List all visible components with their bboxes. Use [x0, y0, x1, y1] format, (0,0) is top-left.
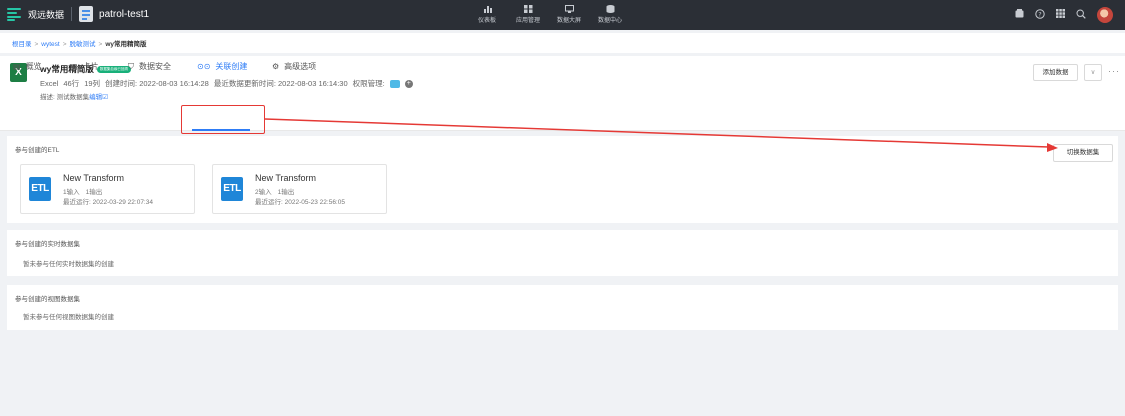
- dataset-meta: Excel 46行 19列 创建时间: 2022-08-03 16:14:28 …: [40, 78, 418, 89]
- apps-icon: [523, 5, 533, 13]
- overview-icon: ▤: [13, 62, 21, 71]
- top-right-tools: ?: [1004, 7, 1113, 23]
- etl-name: New Transform: [63, 173, 125, 183]
- nav-app-management[interactable]: 应用管理: [509, 0, 547, 30]
- nav-label: 应用管理: [515, 18, 540, 24]
- card-icon: ▨: [70, 62, 78, 71]
- tab-cards[interactable]: ▨ 卡片: [70, 56, 99, 77]
- notification-icon[interactable]: [1015, 9, 1024, 21]
- avatar[interactable]: [1097, 7, 1113, 23]
- add-data-dropdown-button[interactable]: ∨: [1084, 64, 1102, 81]
- settings-icon: ⚙: [272, 62, 280, 71]
- brand[interactable]: 观远数据 patrol-test1: [6, 6, 149, 22]
- top-nav: 仪表板 应用管理 数据大屏 数据中心: [468, 0, 632, 30]
- created-time: 创建时间: 2022-08-03 16:14:28: [105, 79, 209, 88]
- etl-inputs: 1输入: [63, 189, 80, 196]
- shield-icon: ⛉: [128, 61, 134, 71]
- search-icon[interactable]: [1076, 8, 1086, 22]
- etl-icon: ETL: [29, 177, 51, 201]
- annotation-highlight-box: [181, 105, 265, 134]
- etl-io: 1输入 1输出: [63, 186, 108, 196]
- add-permission-icon[interactable]: +: [404, 79, 413, 88]
- tab-label: 数据安全: [139, 62, 171, 71]
- etl-last-run: 最近运行: 2022-03-29 22:07:34: [63, 199, 153, 206]
- nav-data-center[interactable]: 数据中心: [591, 0, 629, 30]
- project-name[interactable]: patrol-test1: [99, 9, 149, 20]
- etl-last-run: 最近运行: 2022-05-23 22:56:05: [255, 199, 345, 206]
- etl-card[interactable]: ETL New Transform 2输入 1输出 最近运行: 2022-05-2…: [212, 164, 387, 214]
- tab-label: 高级选项: [284, 62, 317, 71]
- divider: [71, 7, 73, 21]
- tab-label: 卡片: [82, 62, 99, 71]
- breadcrumb: 根目录 > wytest > 脱敏测试 > wy常用精简版: [0, 33, 1125, 53]
- link-icon: ⊙⊙: [197, 62, 211, 71]
- nav-dashboard[interactable]: 仪表板: [468, 0, 506, 30]
- breadcrumb-separator: >: [34, 41, 39, 48]
- dataset-cols: 19列: [84, 79, 101, 88]
- brand-name: 观远数据: [28, 9, 65, 20]
- tab-advanced-options[interactable]: ⚙ 高级选项: [272, 56, 316, 77]
- breadcrumb-separator: >: [62, 41, 67, 48]
- bar-chart-icon: [483, 5, 492, 13]
- realtime-panel: 参与创建的实时数据集 暂未参与任何实时数据集的创建: [7, 230, 1118, 276]
- view-panel: 参与创建的视图数据集 暂未参与任何视图数据集的创建: [7, 285, 1118, 330]
- nav-label: 仪表板: [477, 18, 496, 24]
- etl-inputs: 2输入: [255, 189, 272, 196]
- breadcrumb-folder-wytest[interactable]: wytest: [41, 41, 59, 48]
- top-bar: 观远数据 patrol-test1 仪表板 应用管理 数据大屏 数据中心 ?: [0, 0, 1125, 30]
- breadcrumb-root[interactable]: 根目录: [12, 41, 32, 48]
- user-group-icon[interactable]: [389, 79, 400, 88]
- database-icon: [606, 5, 615, 13]
- etl-outputs: 1输出: [85, 189, 103, 196]
- more-options-icon[interactable]: ···: [1108, 66, 1120, 76]
- etl-icon: ETL: [221, 177, 243, 201]
- view-empty-text: 暂未参与任何视图数据集的创建: [23, 314, 114, 321]
- edit-description-link[interactable]: 编辑☑: [89, 94, 108, 101]
- add-data-button[interactable]: 添加数据: [1033, 64, 1078, 81]
- breadcrumb-folder-desensitize[interactable]: 脱敏测试: [70, 41, 96, 48]
- breadcrumb-separator: >: [98, 41, 103, 48]
- svg-text:?: ?: [1038, 10, 1041, 18]
- etl-outputs: 1输出: [277, 189, 295, 196]
- etl-card[interactable]: ETL New Transform 1输入 1输出 最近运行: 2022-03-2…: [20, 164, 195, 214]
- switch-dataset-button[interactable]: 切换数据集: [1053, 144, 1113, 162]
- lineage-badge: 数据集血缘已回溯: [96, 66, 131, 74]
- tab-label: 概览: [25, 62, 42, 71]
- realtime-empty-text: 暂未参与任何实时数据集的创建: [23, 261, 114, 268]
- nav-data-screen[interactable]: 数据大屏: [550, 0, 588, 30]
- help-icon[interactable]: ?: [1035, 8, 1045, 22]
- nav-label: 数据中心: [597, 18, 622, 24]
- tab-label: 关联创建: [215, 62, 248, 71]
- realtime-section-title: 参与创建的实时数据集: [15, 241, 80, 248]
- description-text: 描述: 测试数据集: [40, 94, 90, 101]
- guanyuan-logo-icon: [6, 6, 22, 22]
- updated-time: 最近数据更新时间: 2022-08-03 16:14:30: [213, 79, 348, 88]
- dataset-type: Excel: [40, 79, 59, 88]
- tab-overview[interactable]: ▤ 概览: [13, 56, 42, 77]
- tab-related-creation[interactable]: ⊙⊙ 关联创建: [197, 56, 247, 77]
- dataset-header: X wy常用精简版 数据集血缘已回溯 Excel 46行 19列 创建时间: 20…: [0, 56, 1125, 131]
- grid-icon[interactable]: [1056, 9, 1065, 21]
- permission-label: 权限管理:: [352, 79, 385, 88]
- tab-data-security[interactable]: ⛉ 数据安全: [128, 56, 171, 77]
- etl-name: New Transform: [255, 173, 317, 183]
- etl-io: 2输入 1输出: [255, 186, 300, 196]
- project-icon: [79, 6, 94, 22]
- etl-section-title: 参与创建的ETL: [15, 147, 60, 154]
- view-section-title: 参与创建的视图数据集: [15, 296, 80, 303]
- dataset-description: 描述: 测试数据集编辑☑: [40, 91, 108, 101]
- screen-icon: [564, 5, 574, 13]
- nav-label: 数据大屏: [556, 18, 581, 24]
- dataset-rows: 46行: [63, 79, 80, 88]
- breadcrumb-current: wy常用精简版: [105, 41, 147, 48]
